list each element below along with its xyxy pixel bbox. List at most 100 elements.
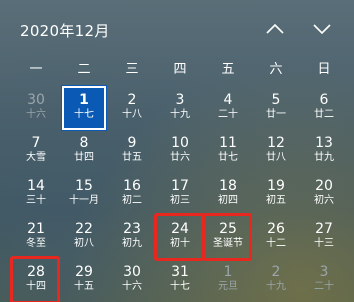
weekday-header-row: 一二三四五六日 — [12, 58, 348, 82]
lunar-date-label: 廿五 — [122, 152, 142, 163]
day-cell[interactable]: 21 冬至 — [14, 215, 58, 259]
day-number: 18 — [219, 178, 237, 194]
day-number: 11 — [219, 135, 237, 151]
day-number: 12 — [267, 135, 285, 151]
day-cell[interactable]: 31 十七 — [158, 258, 202, 302]
day-cell[interactable]: 9 廿五 — [110, 129, 154, 173]
day-cell[interactable]: 30 十六 — [110, 258, 154, 302]
lunar-date-label: 十二 — [266, 238, 286, 249]
next-month-button[interactable] — [305, 14, 339, 44]
lunar-date-label: 初九 — [122, 238, 142, 249]
day-number: 23 — [123, 221, 141, 237]
day-cell[interactable]: 3 十九 — [158, 86, 202, 130]
day-cell[interactable]: 24 初十 — [158, 215, 202, 259]
day-cell[interactable]: 18 初四 — [206, 172, 250, 216]
day-cell[interactable]: 3 二十 — [302, 258, 346, 302]
lunar-date-label: 十六 — [122, 281, 142, 292]
lunar-date-label: 三十 — [26, 195, 46, 206]
day-cell[interactable]: 23 初九 — [110, 215, 154, 259]
weekday-label: 一 — [29, 62, 43, 77]
lunar-date-label: 十六 — [26, 109, 46, 120]
day-cell[interactable]: 15 十一月 — [62, 172, 106, 216]
day-number: 30 — [123, 264, 141, 280]
chevron-up-icon — [266, 24, 284, 34]
day-number: 17 — [171, 178, 189, 194]
lunar-date-label: 大雪 — [26, 152, 46, 163]
lunar-date-label: 廿九 — [314, 152, 334, 163]
day-cell[interactable]: 29 十五 — [62, 258, 106, 302]
day-number: 15 — [75, 178, 93, 194]
lunar-date-label: 十五 — [74, 281, 94, 292]
day-cell[interactable]: 2 十九 — [254, 258, 298, 302]
lunar-date-label: 十九 — [170, 109, 190, 120]
day-cell[interactable]: 30 十六 — [14, 86, 58, 130]
day-number: 3 — [319, 264, 329, 280]
day-number: 4 — [223, 92, 233, 108]
day-cell[interactable]: 12 廿八 — [254, 129, 298, 173]
day-cell[interactable]: 11 廿七 — [206, 129, 250, 173]
day-number: 9 — [127, 135, 137, 151]
day-cell[interactable]: 4 二十 — [206, 86, 250, 130]
chevron-down-icon — [313, 24, 331, 34]
day-cell[interactable]: 5 廿一 — [254, 86, 298, 130]
weekday-label: 五 — [221, 62, 235, 77]
previous-month-button[interactable] — [258, 14, 292, 44]
day-number: 31 — [171, 264, 189, 280]
day-cell[interactable]: 16 初二 — [110, 172, 154, 216]
day-number: 26 — [267, 221, 285, 237]
weekday-label: 日 — [317, 62, 331, 77]
day-number: 29 — [75, 264, 93, 280]
day-cell[interactable]: 28 十四 — [14, 258, 58, 302]
lunar-date-label: 二十 — [218, 109, 238, 120]
day-number: 22 — [75, 221, 93, 237]
day-number: 7 — [31, 135, 41, 151]
weekday-label: 三 — [125, 62, 139, 77]
lunar-date-label: 初三 — [170, 195, 190, 206]
day-cell-today[interactable]: 1 十七 — [62, 86, 106, 130]
calendar-header: 2020年12月 — [0, 0, 354, 58]
lunar-date-label: 廿八 — [266, 152, 286, 163]
lunar-date-label: 初八 — [74, 238, 94, 249]
day-number: 20 — [315, 178, 333, 194]
lunar-date-label: 十八 — [122, 109, 142, 120]
lunar-date-label: 初五 — [266, 195, 286, 206]
lunar-date-label: 十三 — [314, 238, 334, 249]
weekday-label: 二 — [77, 62, 91, 77]
day-cell[interactable]: 19 初五 — [254, 172, 298, 216]
lunar-date-label: 十一月 — [69, 195, 99, 206]
day-cell[interactable]: 14 三十 — [14, 172, 58, 216]
month-title[interactable]: 2020年12月 — [20, 20, 110, 41]
day-cell[interactable]: 1 元旦 — [206, 258, 250, 302]
day-cell[interactable]: 20 初六 — [302, 172, 346, 216]
day-number: 16 — [123, 178, 141, 194]
lunar-date-label: 初十 — [170, 238, 190, 249]
day-number: 25 — [219, 221, 237, 237]
day-cell[interactable]: 8 廿四 — [62, 129, 106, 173]
lunar-date-label: 初六 — [314, 195, 334, 206]
day-cell[interactable]: 27 十三 — [302, 215, 346, 259]
day-number: 2 — [271, 264, 281, 280]
day-number: 21 — [27, 221, 45, 237]
day-cell[interactable]: 6 廿二 — [302, 86, 346, 130]
day-number: 5 — [271, 92, 281, 108]
lunar-date-label: 十四 — [26, 281, 46, 292]
day-cell[interactable]: 7 大雪 — [14, 129, 58, 173]
day-number: 27 — [315, 221, 333, 237]
day-cell[interactable]: 17 初三 — [158, 172, 202, 216]
day-cell[interactable]: 10 廿六 — [158, 129, 202, 173]
day-number: 2 — [127, 92, 137, 108]
day-cell[interactable]: 2 十八 — [110, 86, 154, 130]
lunar-date-label: 十九 — [266, 281, 286, 292]
day-number: 1 — [223, 264, 233, 280]
day-cell[interactable]: 13 廿九 — [302, 129, 346, 173]
day-cell[interactable]: 25 圣诞节 — [206, 215, 250, 259]
day-number: 6 — [319, 92, 329, 108]
lunar-date-label: 廿四 — [74, 152, 94, 163]
day-cell[interactable]: 22 初八 — [62, 215, 106, 259]
lunar-date-label: 元旦 — [218, 281, 238, 292]
lunar-date-label: 十七 — [170, 281, 190, 292]
weekday-label: 六 — [269, 62, 283, 77]
lunar-date-label: 廿七 — [218, 152, 238, 163]
day-number: 24 — [171, 221, 189, 237]
day-cell[interactable]: 26 十二 — [254, 215, 298, 259]
